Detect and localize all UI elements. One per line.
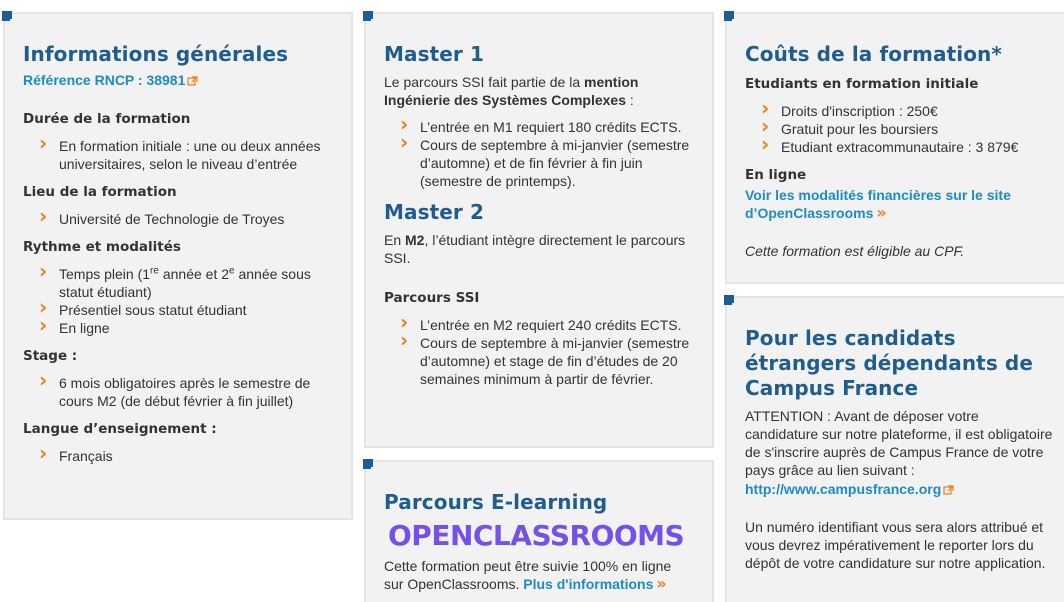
list-item: Gratuit pour les boursiers: [761, 117, 1055, 138]
list-item: L’entrée en M2 requiert 240 crédits ECTS…: [400, 313, 694, 334]
list-item: Cours de septembre à mi-janvier (semestr…: [400, 331, 694, 388]
campus-attention: ATTENTION : Avant de déposer votre candi…: [745, 408, 1053, 478]
rythme-heading: Rythme et modalités: [23, 239, 181, 255]
master2-intro: En M2, l’étudiant intègre directement le…: [384, 232, 686, 266]
master2-title: Master 2: [384, 200, 484, 224]
list-item: Droits d'inscription : 250€: [761, 99, 1055, 120]
couts-title: Coûts de la formation*: [745, 42, 1002, 66]
online-heading: En ligne: [745, 167, 807, 183]
card-couts: Coûts de la formation* Etudiants en form…: [724, 11, 1064, 284]
list-item: Présentiel sous statut étudiant: [39, 298, 333, 319]
list-item: Français: [39, 444, 333, 465]
list-item: Temps plein (1re année et 2e année sous …: [39, 262, 333, 301]
corner-mark: [724, 11, 734, 21]
duree-list: En formation initiale : une ou deux anné…: [39, 134, 333, 173]
lieu-heading: Lieu de la formation: [23, 184, 177, 200]
master2-list: L’entrée en M2 requiert 240 crédits ECTS…: [400, 313, 694, 388]
external-link-icon: [187, 76, 198, 86]
card-general-info: Informations générales Référence RNCP : …: [2, 11, 353, 520]
list-item: En ligne: [39, 316, 333, 337]
langue-list: Français: [39, 444, 333, 465]
card-master: Master 1 Le parcours SSI fait partie de …: [363, 11, 714, 448]
campusfrance-link[interactable]: http://www.campusfrance.org: [745, 481, 954, 497]
list-item: En formation initiale : une ou deux anné…: [39, 134, 333, 173]
corner-mark: [2, 11, 12, 21]
list-item: 6 mois obligatoires après le semestre de…: [39, 371, 333, 410]
corner-mark: [363, 11, 373, 21]
campus-note: Un numéro identifiant vous sera alors at…: [745, 519, 1046, 571]
rncp-link[interactable]: Référence RNCP : 38981: [23, 72, 198, 88]
parcours-ssi-heading: Parcours SSI: [384, 290, 480, 306]
list-item: Université de Technologie de Troyes: [39, 207, 333, 228]
chevron-right-icon: »: [656, 574, 667, 593]
elearning-text: Cette formation peut être suivie 100% en…: [384, 558, 672, 593]
list-item: Cours de septembre à mi-janvier (semestr…: [400, 133, 694, 190]
langue-heading: Langue d’enseignement :: [23, 421, 217, 437]
master1-intro: Le parcours SSI fait partie de la mentio…: [384, 74, 639, 108]
list-item: Etudiant extracommunautaire : 3 879€: [761, 135, 1055, 156]
lieu-list: Université de Technologie de Troyes: [39, 207, 333, 228]
chevron-right-icon: »: [876, 203, 887, 222]
rythme-list: Temps plein (1re année et 2e année sous …: [39, 262, 333, 337]
corner-mark: [363, 459, 373, 469]
elearning-title: Parcours E-learning: [384, 490, 608, 514]
corner-mark: [724, 295, 734, 305]
couts-list: Droits d'inscription : 250€ Gratuit pour…: [761, 99, 1055, 156]
stage-list: 6 mois obligatoires après le semestre de…: [39, 371, 333, 410]
external-link-icon: [943, 485, 954, 495]
more-info-link[interactable]: Plus d'informations»: [523, 574, 667, 593]
master1-list: L’entrée en M1 requiert 180 crédits ECTS…: [400, 115, 694, 190]
master1-title: Master 1: [384, 42, 484, 66]
list-item: L’entrée en M1 requiert 180 crédits ECTS…: [400, 115, 694, 136]
openclassrooms-logo: OPENCLASSROOMS: [388, 519, 685, 552]
card-elearning: Parcours E-learning OPENCLASSROOMS Cette…: [363, 459, 714, 602]
initial-heading: Etudiants en formation initiale: [745, 76, 979, 92]
duree-heading: Durée de la formation: [23, 111, 191, 127]
campus-title: Pour les candidats étrangers dépendants …: [745, 326, 1033, 400]
stage-heading: Stage :: [23, 348, 78, 364]
cpf-note: Cette formation est éligible au CPF.: [745, 243, 965, 259]
openclassrooms-fees-link[interactable]: Voir les modalités financières sur le si…: [745, 187, 1011, 222]
card-campus-france: Pour les candidats étrangers dépendants …: [724, 295, 1064, 602]
general-title: Informations générales: [23, 42, 289, 66]
